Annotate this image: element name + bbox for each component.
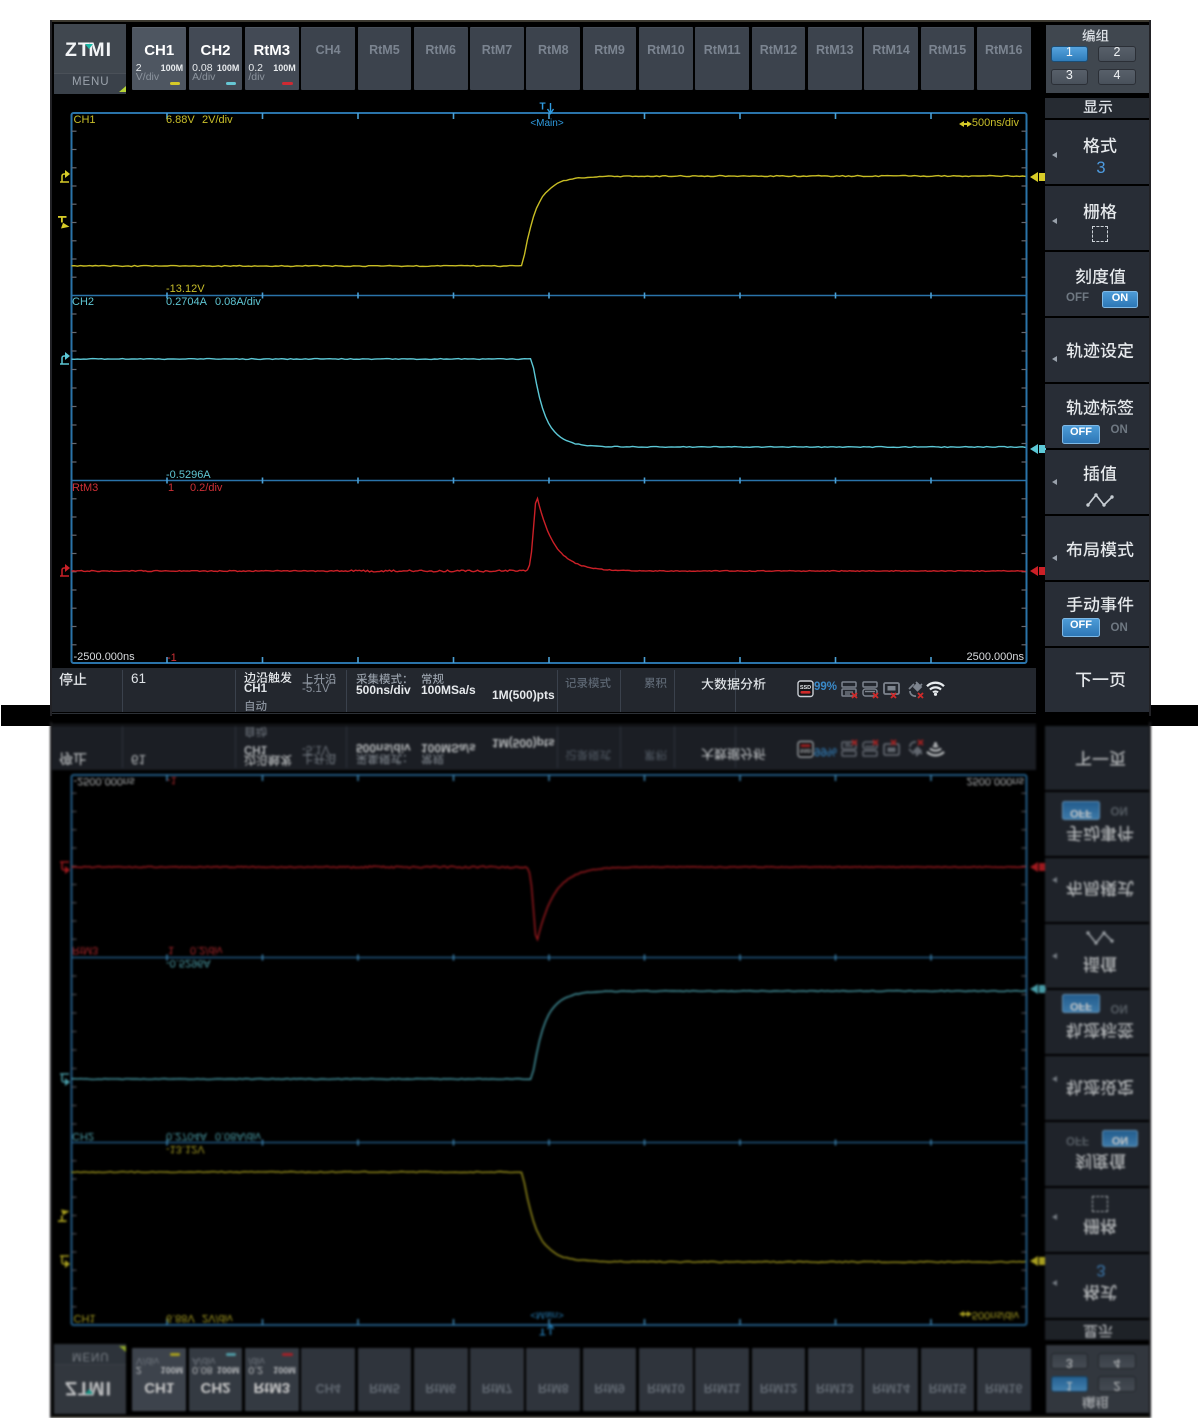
svg-text:T: T [540,102,546,113]
svg-text:SSD: SSD [800,747,811,753]
svg-text:SSD: SSD [800,685,811,691]
svg-text:T: T [540,1326,546,1337]
